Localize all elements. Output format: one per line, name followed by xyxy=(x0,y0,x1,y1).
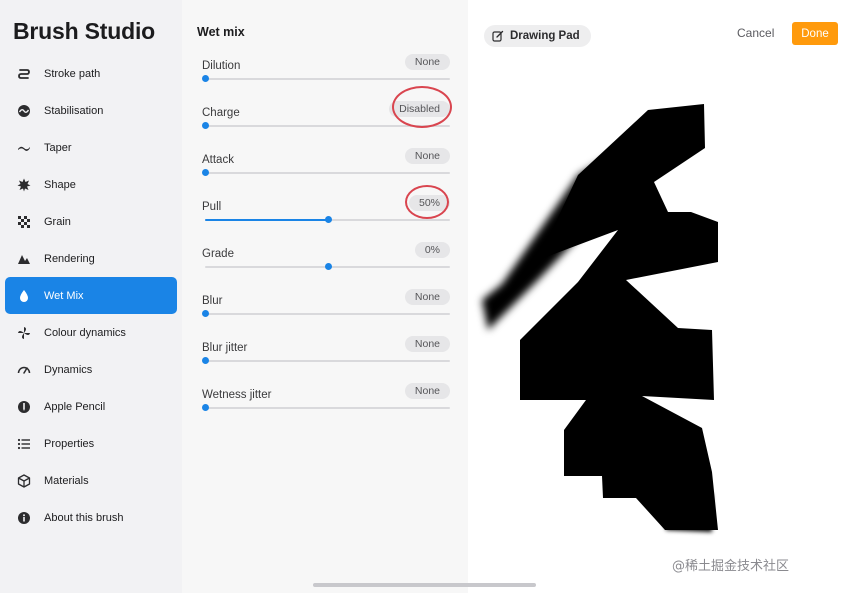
stroke-body xyxy=(520,104,718,530)
slider-thumb[interactable] xyxy=(324,216,332,223)
brush-stroke-preview xyxy=(482,104,718,532)
sidebar-item-label: Apple Pencil xyxy=(44,400,106,413)
stabilisation-icon xyxy=(17,104,31,118)
brush-studio-app: Brush Studio Stroke path Stabilisation T… xyxy=(0,0,850,593)
setting-charge: Charge Disabled xyxy=(202,86,452,139)
sidebar-item-colour-dynamics[interactable]: Colour dynamics xyxy=(5,314,177,351)
setting-label: Grade xyxy=(202,248,234,260)
sidebar-item-label: Grain xyxy=(44,215,71,228)
sidebar-item-label: Colour dynamics xyxy=(44,326,126,339)
setting-value-badge[interactable]: None xyxy=(404,54,450,70)
grain-icon xyxy=(17,215,31,229)
sidebar-item-label: Stabilisation xyxy=(44,104,104,117)
setting-label: Pull xyxy=(202,201,222,213)
stroke-tail xyxy=(664,490,712,532)
taper-icon xyxy=(17,141,31,155)
sidebar-item-taper[interactable]: Taper xyxy=(5,129,177,166)
setting-value-badge[interactable]: None xyxy=(404,148,450,164)
setting-label: Attack xyxy=(202,154,234,166)
slider-thumb[interactable] xyxy=(202,404,209,411)
setting-grade: Grade 0% xyxy=(202,240,452,280)
stroke-path-icon xyxy=(17,67,31,81)
shape-icon xyxy=(17,178,31,192)
settings-panel: Wet mix Dilution None Charge Disabled At… xyxy=(182,0,468,593)
setting-value-badge[interactable]: None xyxy=(404,289,450,305)
setting-value-badge[interactable]: None xyxy=(404,383,450,399)
sidebar-item-properties[interactable]: Properties xyxy=(5,425,177,462)
annotation-circle xyxy=(392,86,452,128)
setting-wetness-jitter: Wetness jitter None xyxy=(202,381,452,421)
setting-label: Charge xyxy=(202,107,240,119)
sidebar-item-label: Stroke path xyxy=(44,67,101,80)
sidebar-item-label: Taper xyxy=(44,141,72,154)
slider-track[interactable] xyxy=(205,216,450,223)
watermark: @稀土掘金技术社区 xyxy=(672,559,790,574)
annotation-circle xyxy=(405,185,449,219)
sidebar-item-materials[interactable]: Materials xyxy=(5,462,177,499)
sidebar-item-wet-mix[interactable]: Wet Mix xyxy=(5,277,177,314)
cube-icon xyxy=(17,473,31,488)
sidebar-item-rendering[interactable]: Rendering xyxy=(5,240,177,277)
rendering-icon xyxy=(17,252,31,266)
sidebar-item-about-this-brush[interactable]: About this brush xyxy=(5,499,177,536)
sidebar-item-label: Shape xyxy=(44,178,76,191)
slider-thumb[interactable] xyxy=(202,75,209,82)
slider-track[interactable] xyxy=(202,75,450,82)
sidebar-item-stabilisation[interactable]: Stabilisation xyxy=(5,92,177,129)
sidebar-item-shape[interactable]: Shape xyxy=(5,166,177,203)
setting-value-badge[interactable]: 0% xyxy=(414,242,450,258)
app-title: Brush Studio xyxy=(13,18,155,44)
setting-blur: Blur None xyxy=(202,287,452,327)
panel-title: Wet mix xyxy=(197,25,245,39)
slider-thumb[interactable] xyxy=(202,169,209,176)
setting-value-badge[interactable]: None xyxy=(404,336,450,352)
setting-label: Wetness jitter xyxy=(202,389,272,401)
home-indicator[interactable] xyxy=(313,583,536,587)
sidebar-item-label: Materials xyxy=(44,474,89,487)
slider-track[interactable] xyxy=(202,169,450,176)
setting-label: Blur jitter xyxy=(202,342,248,354)
sidebar-item-grain[interactable]: Grain xyxy=(5,203,177,240)
slider-thumb[interactable] xyxy=(324,263,332,270)
slider-thumb[interactable] xyxy=(202,310,209,317)
slider-track[interactable] xyxy=(202,357,450,364)
setting-pull: Pull 50% xyxy=(202,185,452,233)
sidebar-item-dynamics[interactable]: Dynamics xyxy=(5,351,177,388)
sidebar-item-label: Rendering xyxy=(44,252,95,265)
slider-thumb[interactable] xyxy=(202,122,209,129)
list-icon xyxy=(17,437,31,451)
sidebar-item-label: Dynamics xyxy=(44,363,93,376)
slider-track[interactable] xyxy=(205,263,450,270)
sidebar-item-label: About this brush xyxy=(44,511,124,524)
water-drop-icon xyxy=(17,289,31,303)
sidebar-item-stroke-path[interactable]: Stroke path xyxy=(5,55,177,92)
setting-label: Blur xyxy=(202,295,223,307)
slider-thumb[interactable] xyxy=(202,357,209,364)
slider-track[interactable] xyxy=(202,310,450,317)
info-icon xyxy=(17,511,31,525)
slider-track[interactable] xyxy=(202,404,450,411)
drawing-canvas[interactable]: Drawing Pad Cancel Done @稀土掘金技术社区 xyxy=(468,0,850,593)
sidebar-nav: Stroke path Stabilisation Taper Shape Gr… xyxy=(5,55,177,536)
sidebar-item-label: Properties xyxy=(44,437,95,450)
speedometer-icon xyxy=(17,363,31,377)
sidebar: Brush Studio Stroke path Stabilisation T… xyxy=(0,0,182,593)
sidebar-item-apple-pencil[interactable]: Apple Pencil xyxy=(5,388,177,425)
setting-blur-jitter: Blur jitter None xyxy=(202,334,452,374)
setting-attack: Attack None xyxy=(202,146,452,186)
setting-label: Dilution xyxy=(202,60,241,72)
colour-dynamics-icon xyxy=(17,326,31,340)
sidebar-item-label: Wet Mix xyxy=(44,289,84,302)
apple-pencil-icon xyxy=(17,400,31,414)
